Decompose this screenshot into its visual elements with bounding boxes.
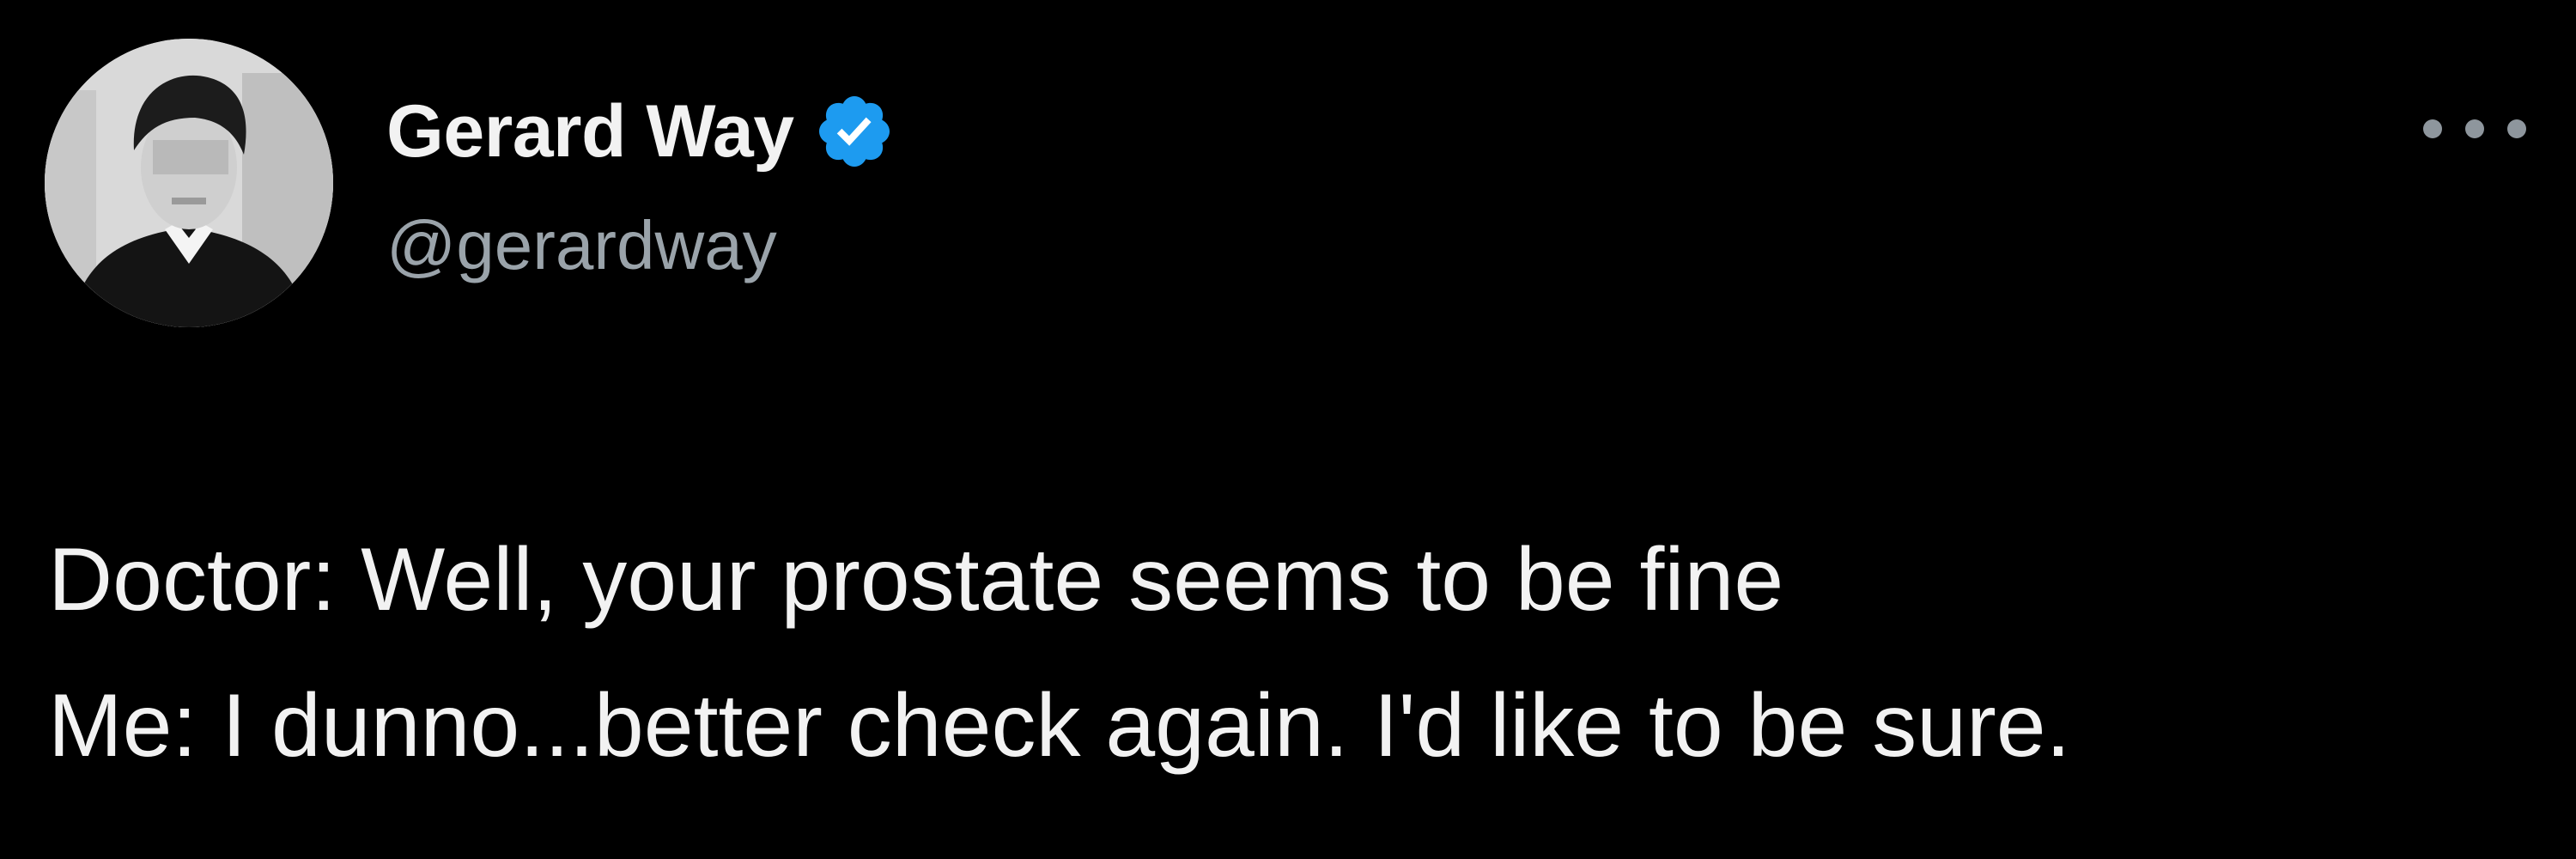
avatar[interactable] — [45, 39, 333, 327]
display-name[interactable]: Gerard Way — [386, 89, 794, 174]
profile-photo — [45, 39, 333, 327]
author-handle[interactable]: @gerardway — [386, 206, 777, 285]
tweet-line: Me: I dunno...better check again. I'd li… — [48, 676, 2071, 776]
tweet-text: Doctor: Well, your prostate seems to be … — [48, 507, 2538, 799]
tweet-line: Doctor: Well, your prostate seems to be … — [48, 530, 1784, 630]
tweet-card: Gerard Way @gerardway Doctor: Well, your… — [0, 0, 2576, 859]
dot — [2465, 119, 2484, 138]
verified-badge-icon — [813, 90, 896, 173]
dot — [2507, 119, 2526, 138]
dot — [2423, 119, 2442, 138]
author-name-row: Gerard Way — [386, 76, 896, 187]
more-options-icon[interactable] — [2423, 103, 2526, 155]
